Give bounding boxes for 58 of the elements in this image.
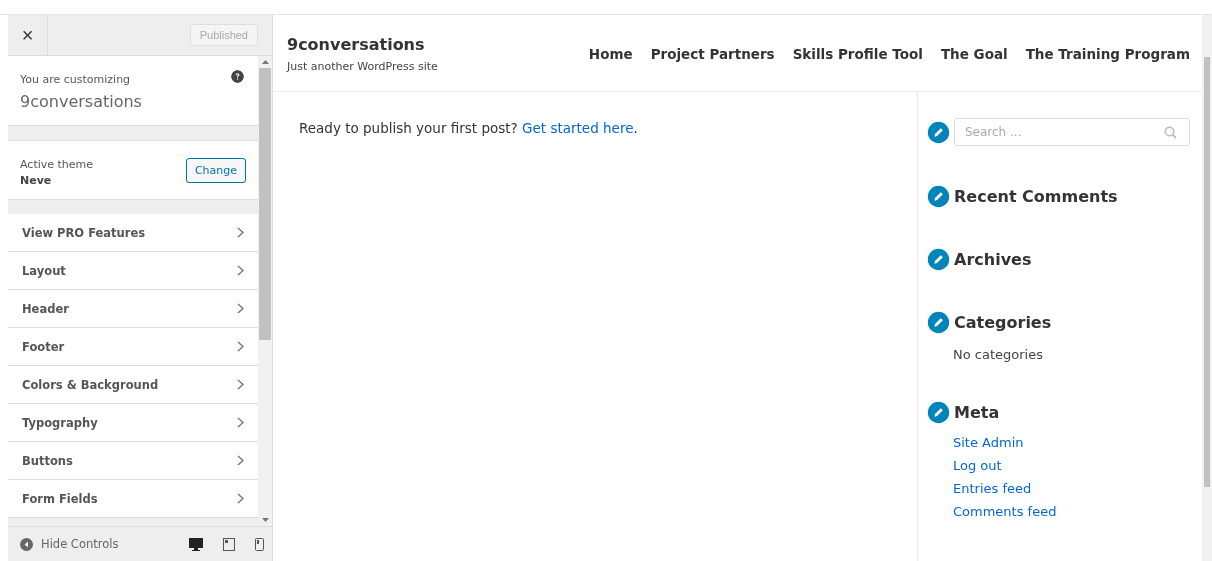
nav-link[interactable]: The Goal: [940, 46, 1008, 62]
section-item[interactable]: Colors & Background: [8, 366, 258, 404]
mobile-icon: [255, 537, 264, 551]
widget-title: Archives: [954, 250, 1032, 269]
scroll-down-icon[interactable]: [261, 518, 269, 522]
chevron-icon: [237, 379, 244, 390]
get-started-link[interactable]: Get started here: [522, 120, 634, 136]
tablet-icon: [223, 537, 235, 551]
chevron-icon: [237, 265, 244, 276]
section-item[interactable]: Footer: [8, 328, 258, 366]
site-tagline: Just another WordPress site: [287, 60, 438, 73]
widget-link[interactable]: Log out: [953, 458, 1190, 473]
chevron-icon: [237, 455, 244, 466]
site-title[interactable]: 9conversations: [287, 35, 438, 54]
search-field[interactable]: Search ...: [954, 118, 1190, 146]
widget-link[interactable]: Comments feed: [953, 504, 1190, 519]
chevron-icon: [237, 227, 244, 238]
theme-name: Neve: [20, 174, 53, 187]
edit-pencil-icon[interactable]: [926, 310, 951, 335]
search-icon: [1164, 126, 1177, 139]
active-theme-label: Active theme: [20, 158, 94, 171]
edit-pencil-icon[interactable]: [926, 247, 951, 272]
nav-link[interactable]: Home: [588, 46, 633, 62]
section-item[interactable]: Buttons: [8, 442, 258, 480]
widget-link[interactable]: Entries feed: [953, 481, 1190, 496]
desktop-icon: [189, 537, 203, 551]
chevron-icon: [237, 303, 244, 314]
section-item[interactable]: Typography: [8, 404, 258, 442]
edit-pencil-icon[interactable]: [926, 184, 951, 209]
chevron-icon: [237, 493, 244, 504]
collapse-icon: [20, 537, 33, 551]
widget-text: No categories: [953, 347, 1044, 362]
customizing-label: You are customizing: [20, 73, 131, 86]
device-button[interactable]: [255, 537, 264, 551]
scroll-up-icon[interactable]: [261, 60, 269, 64]
section-item[interactable]: Layout: [8, 252, 258, 290]
scrollbar[interactable]: [1202, 15, 1212, 561]
widget-title: Recent Comments: [954, 187, 1118, 206]
device-button[interactable]: [223, 537, 235, 551]
hide-controls-button[interactable]: Hide Controls: [20, 537, 119, 551]
site-name: 9conversations: [20, 92, 143, 111]
nav-link[interactable]: Skills Profile Tool: [792, 46, 923, 62]
help-icon[interactable]: [231, 70, 244, 83]
chevron-icon: [237, 417, 244, 428]
nav-link[interactable]: The Training Program: [1025, 46, 1190, 62]
edit-pencil-icon[interactable]: [926, 119, 951, 145]
widget-link[interactable]: Site Admin: [953, 435, 1190, 450]
edit-pencil-icon[interactable]: [926, 400, 951, 425]
section-item[interactable]: Header: [8, 290, 258, 328]
post-message: Ready to publish your first post? Get started here.: [299, 120, 638, 136]
widget-title: Categories: [954, 313, 1052, 332]
chevron-icon: [237, 341, 244, 352]
change-theme-button[interactable]: Change: [185, 157, 246, 183]
widget-title: Meta: [954, 403, 1000, 422]
section-item[interactable]: Form Fields: [8, 480, 258, 518]
nav-link[interactable]: Project Partners: [650, 46, 775, 62]
section-item[interactable]: View PRO Features: [8, 214, 258, 252]
device-button[interactable]: [189, 537, 203, 551]
